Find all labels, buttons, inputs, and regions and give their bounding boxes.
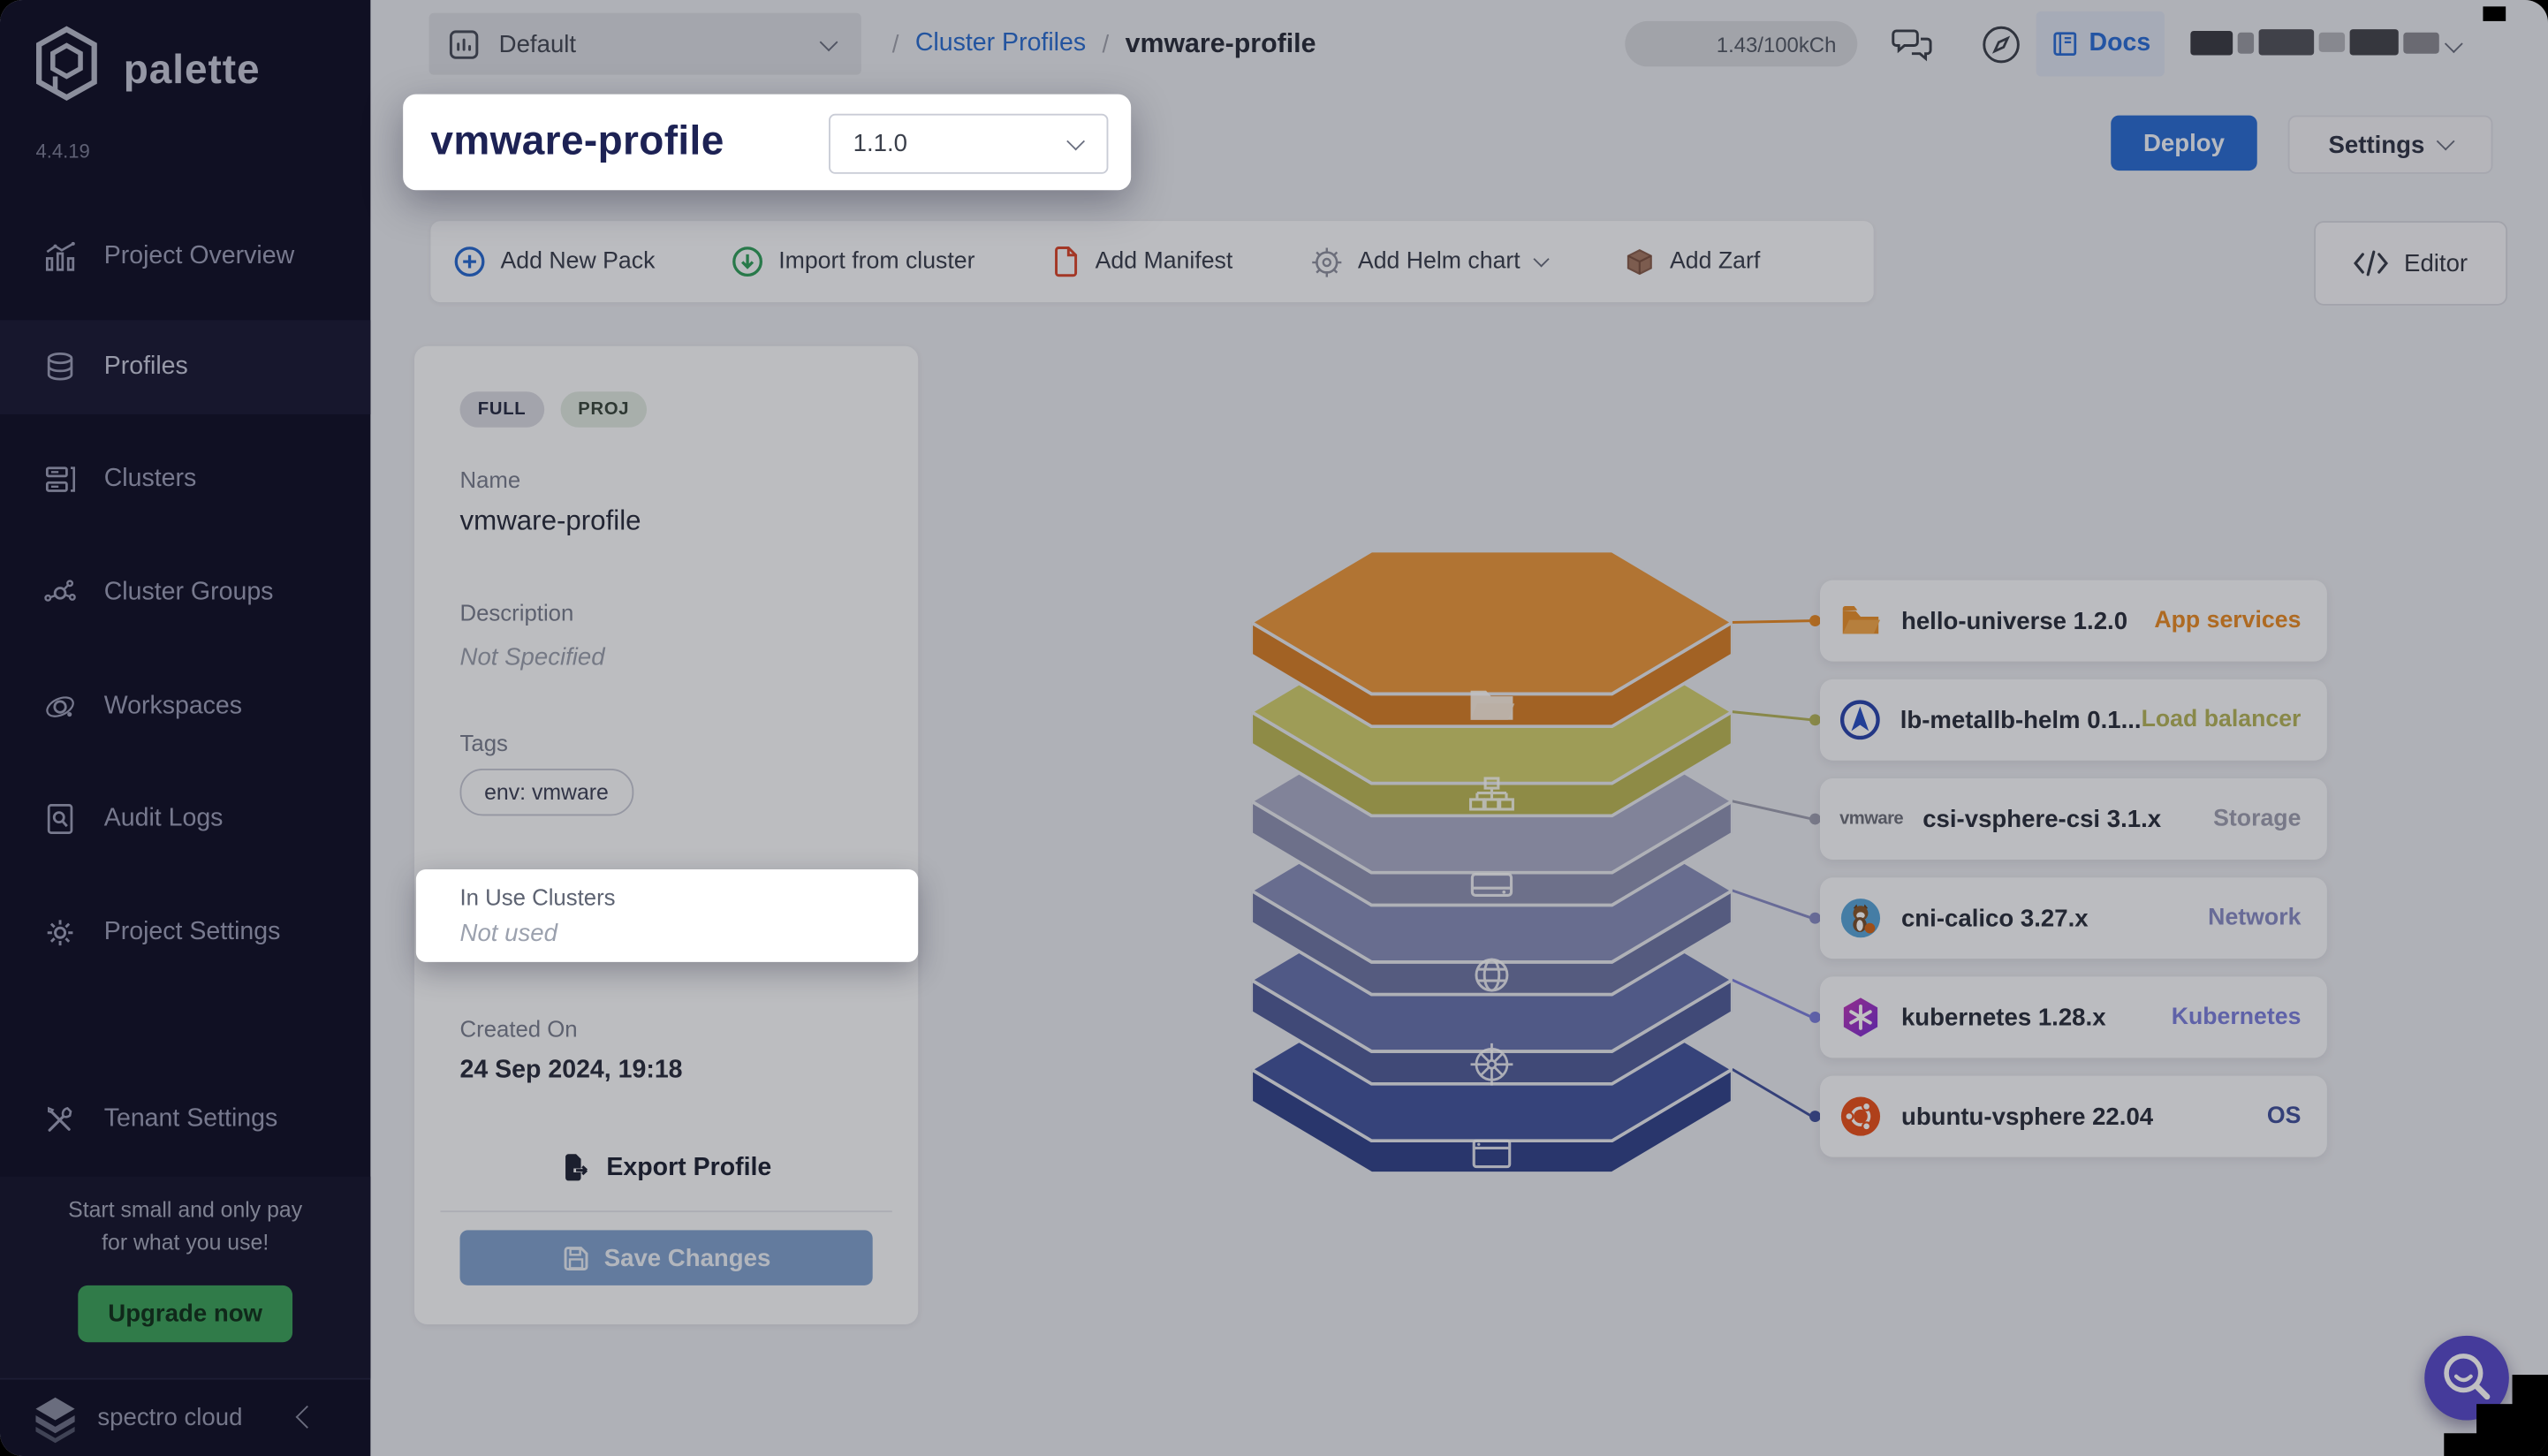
tour-dim-overlay — [0, 0, 2548, 1456]
profile-title-card: vmware-profile 1.1.0 — [403, 94, 1132, 191]
screen-artifact — [2483, 6, 2506, 21]
app-window: palette 4.4.19 Project Overview Profiles — [0, 0, 2548, 1456]
chevron-down-icon — [1066, 132, 1086, 151]
in-use-clusters-section: In Use Clusters Not used — [415, 869, 919, 962]
page-title: vmware-profile — [430, 118, 724, 164]
in-use-clusters-label: In Use Clusters — [459, 883, 616, 910]
version-value: 1.1.0 — [853, 130, 908, 158]
version-select[interactable]: 1.1.0 — [829, 113, 1109, 174]
in-use-clusters-value: Not used — [459, 920, 557, 948]
screen-artifact — [2444, 1433, 2548, 1456]
